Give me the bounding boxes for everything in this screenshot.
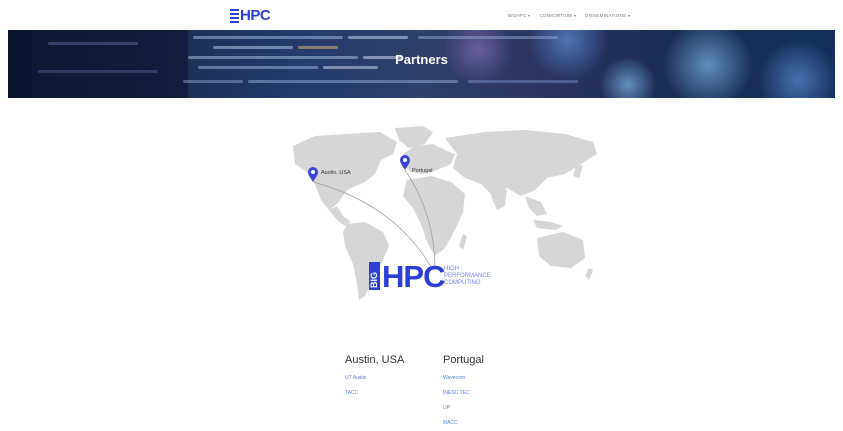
nav-item-label: BIGHPC <box>508 13 527 18</box>
nav-item-disseminations[interactable]: DISSEMINATIONS <box>585 13 631 18</box>
page-title: Partners <box>395 52 448 67</box>
top-navbar: HPC BIGHPC CONSORTIUM DISSEMINATIONS <box>0 0 843 30</box>
partner-link-ut-austin[interactable]: UT Austin <box>345 375 404 381</box>
partner-link-wavecom[interactable]: Wavecom <box>443 375 484 381</box>
main-nav: BIGHPC CONSORTIUM DISSEMINATIONS <box>508 13 631 18</box>
brand-text: HPC <box>382 259 445 294</box>
nav-item-bighpc[interactable]: BIGHPC <box>508 13 531 18</box>
logo-text: HPC <box>240 7 271 24</box>
brand-tagline-line2: PERFORMANCE <box>444 273 491 279</box>
partner-column-portugal: Portugal Wavecom INESC TEC UP MACC <box>443 354 484 431</box>
world-map: BIG HPC HIGH PERFORMANCE COMPUTING Austi… <box>285 124 603 302</box>
nav-item-consortium[interactable]: CONSORTIUM <box>539 13 577 18</box>
bighpc-brand-logo: BIG HPC HIGH PERFORMANCE COMPUTING <box>369 259 491 294</box>
chevron-down-icon <box>574 14 577 17</box>
hero-banner: Partners <box>8 30 835 98</box>
partner-link-tacc[interactable]: TACC <box>345 390 404 396</box>
site-logo[interactable]: HPC <box>230 7 271 24</box>
brand-tagline-line1: HIGH <box>444 266 459 272</box>
brand-tagline-line3: COMPUTING <box>444 280 481 286</box>
partner-link-inesc-tec[interactable]: INESC TEC <box>443 390 484 396</box>
nav-item-label: DISSEMINATIONS <box>585 13 627 18</box>
brand-mark-text: BIG <box>369 272 379 288</box>
chevron-down-icon <box>528 14 531 17</box>
partner-column-austin: Austin, USA UT Austin TACC <box>345 354 404 405</box>
partner-link-macc[interactable]: MACC <box>443 420 484 426</box>
world-map-graphic: BIG HPC HIGH PERFORMANCE COMPUTING <box>293 126 597 300</box>
partner-region-title: Austin, USA <box>345 354 405 366</box>
partner-region-title: Portugal <box>443 354 484 366</box>
logo-big-mark-icon <box>230 9 239 23</box>
chevron-down-icon <box>628 14 631 17</box>
nav-item-label: CONSORTIUM <box>539 13 573 18</box>
partner-link-up[interactable]: UP <box>443 405 484 411</box>
pin-label-portugal: Portugal <box>412 168 433 174</box>
pin-label-austin: Austin, USA <box>321 170 351 176</box>
